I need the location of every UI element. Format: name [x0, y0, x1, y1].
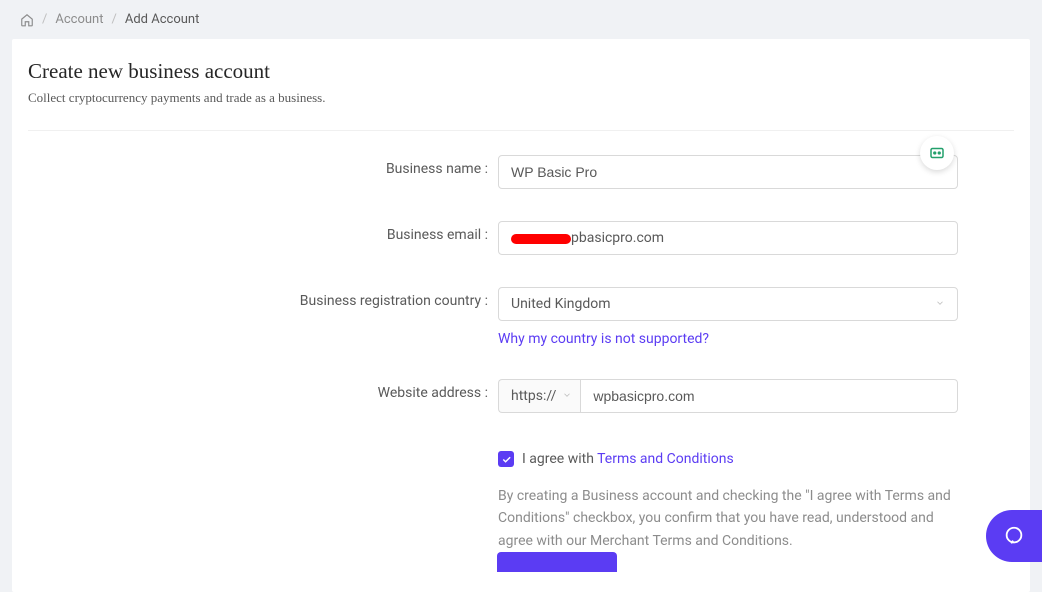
country-label: Business registration country : — [28, 287, 498, 309]
breadcrumb: / Account / Add Account — [0, 0, 1042, 39]
chevron-down-icon — [935, 298, 945, 311]
protocol-select[interactable]: https:// — [498, 379, 580, 413]
country-select[interactable]: United Kingdom — [498, 287, 958, 321]
business-name-input[interactable] — [498, 155, 958, 189]
help-widget-badge[interactable] — [920, 136, 954, 170]
website-input[interactable] — [580, 379, 958, 413]
terms-link[interactable]: Terms and Conditions — [597, 451, 734, 467]
business-name-label: Business name : — [28, 155, 498, 177]
chevron-down-icon — [562, 390, 572, 403]
breadcrumb-separator: / — [42, 12, 47, 27]
form-card: Create new business account Collect cryp… — [12, 39, 1030, 592]
business-email-label: Business email : — [28, 221, 498, 243]
breadcrumb-separator: / — [111, 12, 116, 27]
protocol-value: https:// — [511, 388, 556, 404]
agree-text: I agree with Terms and Conditions — [522, 451, 734, 467]
business-email-input[interactable]: pbasicpro.com — [498, 221, 958, 255]
page-title: Create new business account — [28, 59, 1014, 84]
home-icon[interactable] — [20, 13, 34, 27]
country-select-value: United Kingdom — [511, 296, 611, 312]
agree-checkbox[interactable] — [498, 451, 514, 467]
page-subtitle: Collect cryptocurrency payments and trad… — [28, 90, 1014, 106]
disclaimer-text: By creating a Business account and check… — [498, 485, 958, 552]
website-label: Website address : — [28, 379, 498, 401]
business-email-domain: pbasicpro.com — [571, 230, 664, 246]
redacted-email-local — [511, 234, 571, 244]
country-help-link[interactable]: Why my country is not supported? — [498, 331, 709, 347]
chat-fab[interactable] — [986, 510, 1042, 562]
breadcrumb-add-account: Add Account — [125, 12, 199, 27]
submit-button[interactable] — [497, 552, 617, 572]
breadcrumb-account[interactable]: Account — [55, 12, 103, 27]
